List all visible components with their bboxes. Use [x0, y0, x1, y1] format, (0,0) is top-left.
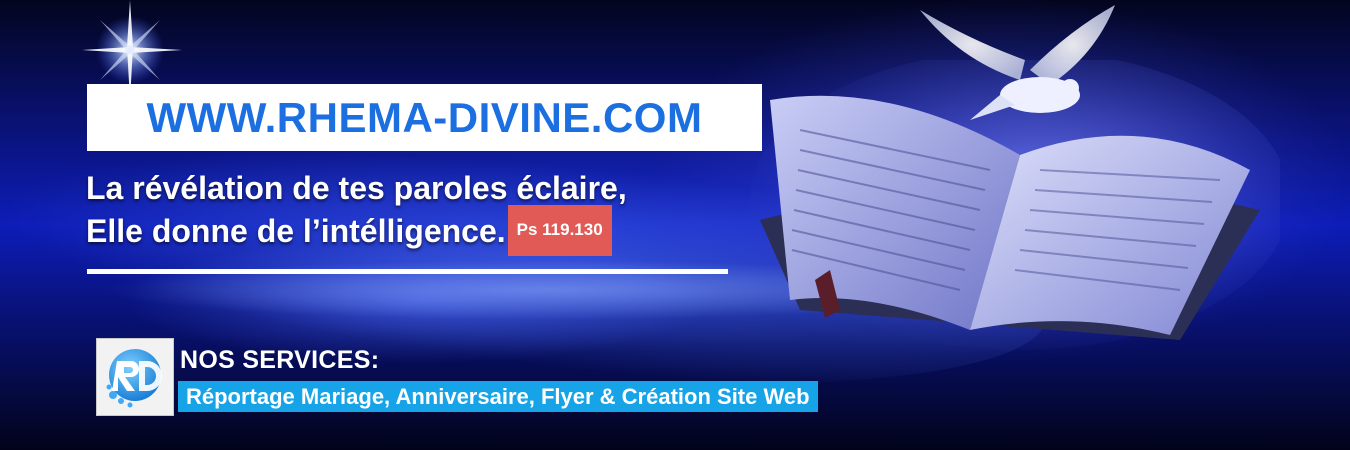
site-url-box[interactable]: WWW.RHEMA-DIVINE.COM [87, 84, 762, 151]
services-list: Réportage Mariage, Anniversaire, Flyer &… [186, 383, 810, 409]
dove-image [920, 5, 1115, 120]
verse-quote: La révélation de tes paroles éclaire, El… [86, 168, 806, 259]
verse-reference-badge: Ps 119.130 [507, 205, 612, 256]
verse-line-2-row: Elle donne de l’intélligence. Ps 119.130 [86, 205, 806, 259]
rd-logo-icon [106, 349, 162, 408]
services-bar: Réportage Mariage, Anniversaire, Flyer &… [178, 381, 818, 412]
divider-line [87, 269, 728, 274]
banner: WWW.RHEMA-DIVINE.COM La révélation de te… [0, 0, 1350, 450]
services-title: NOS SERVICES: [180, 346, 380, 374]
verse-line-1: La révélation de tes paroles éclaire, [86, 170, 627, 206]
verse-line-2: Elle donne de l’intélligence. [86, 212, 506, 249]
rd-logo [96, 338, 174, 416]
site-url[interactable]: WWW.RHEMA-DIVINE.COM [147, 94, 703, 142]
